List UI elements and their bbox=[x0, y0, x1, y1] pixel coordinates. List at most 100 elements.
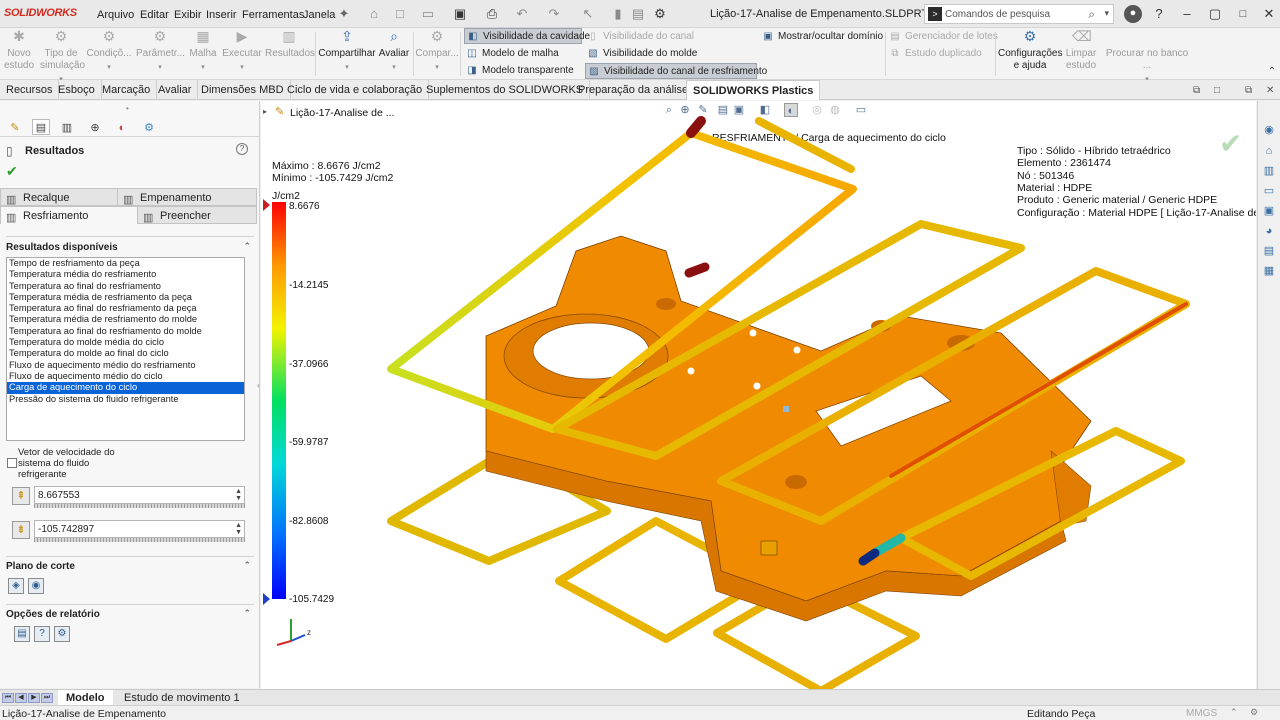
restore-icon[interactable]: ▢ bbox=[1207, 6, 1223, 22]
subtab-preencher[interactable]: ▥ Preencher bbox=[137, 206, 257, 224]
viewport-tile-icon[interactable]: ⧉ bbox=[1193, 85, 1200, 96]
tab-ciclo-de-vida[interactable]: Ciclo de vida e colaboração bbox=[281, 80, 430, 100]
results-list[interactable]: Tempo de resfriamento da peça Temperatur… bbox=[6, 257, 245, 441]
help-icon[interactable]: ? bbox=[236, 143, 248, 155]
user-avatar[interactable]: ● bbox=[1124, 5, 1142, 23]
list-item[interactable]: Temperatura média do resfriamento bbox=[7, 269, 244, 280]
max-value-slider[interactable] bbox=[34, 504, 245, 508]
viewport-close-icon[interactable]: ✕ bbox=[1266, 85, 1274, 96]
simulation-type-button[interactable]: ⚙Tipo de simulação▾ bbox=[40, 29, 85, 86]
list-item[interactable]: Fluxo de aquecimento médio do resfriamen… bbox=[7, 360, 244, 371]
dimxpert-icon[interactable]: ⊕ bbox=[86, 119, 104, 135]
first-tab-icon[interactable]: ⏮ bbox=[2, 693, 14, 703]
close-icon[interactable]: ✕ bbox=[1261, 6, 1277, 22]
cut-plane-icon[interactable]: ◈ bbox=[8, 578, 24, 594]
feature-manager-icon[interactable]: ✎ bbox=[6, 119, 24, 135]
tab-modelo[interactable]: Modelo bbox=[58, 690, 113, 706]
list-item[interactable]: Pressão do sistema do fluido refrigerant… bbox=[7, 394, 244, 405]
maximize-icon[interactable]: □ bbox=[1235, 6, 1251, 22]
list-item[interactable]: Temperatura ao final do resfriamento bbox=[7, 281, 244, 292]
undo-icon[interactable]: ↶ bbox=[514, 6, 530, 22]
min-value-slider[interactable] bbox=[34, 538, 245, 542]
parameters-button[interactable]: ⚙ Parâmetr... ▾ bbox=[136, 29, 185, 74]
custom-properties-icon[interactable]: ▤ bbox=[1262, 244, 1276, 258]
tab-preparacao-analise[interactable]: Preparação da análise bbox=[572, 80, 696, 100]
list-item[interactable]: Temperatura ao final do resfriamento da … bbox=[7, 303, 244, 314]
new-study-button[interactable]: ✱ Novo estudo bbox=[2, 29, 36, 72]
compare-button[interactable]: ⚙ Compar... ▾ bbox=[415, 29, 459, 74]
clear-study-button[interactable]: ⌫ Limpar estudo bbox=[1064, 29, 1098, 72]
search-icon[interactable]: ⌕ bbox=[1088, 7, 1095, 22]
results-button[interactable]: ▥ Resultados bbox=[265, 29, 315, 60]
help-icon[interactable]: ? bbox=[1151, 6, 1167, 22]
solidworks-logo[interactable]: SOLIDWORKS bbox=[4, 7, 77, 19]
forum-icon[interactable]: ▦ bbox=[1262, 264, 1276, 278]
velocity-vector-checkbox[interactable] bbox=[7, 458, 17, 468]
subtab-recalque[interactable]: ▥ Recalque bbox=[0, 188, 118, 206]
conditions-button[interactable]: ⚙ Condiçõ... ▾ bbox=[86, 29, 132, 74]
run-button[interactable]: ▶ Executar ▾ bbox=[222, 29, 262, 74]
report-folder-icon[interactable]: ▤ bbox=[14, 626, 30, 642]
collapse-chevron-icon[interactable]: ⌃ bbox=[243, 608, 251, 619]
model-3d-render[interactable] bbox=[261, 101, 1256, 689]
menu-editar[interactable]: Editar bbox=[140, 9, 169, 21]
panel-collapse-handle[interactable]: ‹ bbox=[257, 381, 260, 390]
tab-esboco[interactable]: Esboço bbox=[52, 80, 102, 100]
list-item[interactable]: Temperatura média de resfriamento do mol… bbox=[7, 314, 244, 325]
list-item[interactable]: Fluxo de aquecimento médio do ciclo bbox=[7, 371, 244, 382]
tab-solidworks-plastics[interactable]: SOLIDWORKS Plastics bbox=[686, 80, 821, 100]
show-hide-domain-toggle[interactable]: ▣ Mostrar/ocultar domínio bbox=[760, 29, 883, 45]
rebuild-icon[interactable]: ▮ bbox=[610, 6, 626, 22]
list-item[interactable]: Temperatura ao final do resfriamento do … bbox=[7, 326, 244, 337]
min-value-input[interactable]: -105.742897 ▲ ▼ bbox=[34, 520, 245, 538]
subtab-empenamento[interactable]: ▥ Empenamento bbox=[117, 188, 257, 206]
new-document-icon[interactable]: □ bbox=[392, 6, 408, 22]
graphics-viewport[interactable]: ▸ ✎ Lição-17-Analise de ... ⌕ ⊕ ✎ ▤ ▣ ◧ … bbox=[261, 101, 1256, 689]
file-properties-icon[interactable]: ▤ bbox=[630, 6, 646, 22]
print-icon[interactable]: ⎙ bbox=[484, 6, 500, 22]
menu-exibir[interactable]: Exibir bbox=[174, 9, 202, 21]
ok-checkmark-icon[interactable]: ✔ bbox=[6, 163, 18, 180]
tab-suplementos[interactable]: Suplementos do SOLIDWORKS bbox=[420, 80, 591, 100]
plastics-manager-icon[interactable]: ⚙ bbox=[140, 119, 158, 135]
settings-help-button[interactable]: ⚙ Configurações e ajuda bbox=[998, 29, 1062, 72]
tab-dimensoes-mbd[interactable]: Dimensões MBD bbox=[195, 80, 291, 100]
viewport-minimize-icon[interactable]: □ bbox=[1214, 85, 1220, 96]
tab-avaliar[interactable]: Avaliar bbox=[152, 80, 199, 100]
redo-icon[interactable]: ↷ bbox=[546, 6, 562, 22]
viewport-restore-icon[interactable]: ⧉ bbox=[1245, 85, 1252, 96]
list-item-selected[interactable]: Carga de aquecimento do ciclo bbox=[7, 382, 244, 394]
list-item[interactable]: Temperatura média de resfriamento da peç… bbox=[7, 292, 244, 303]
list-item[interactable]: Temperatura do molde ao final do ciclo bbox=[7, 348, 244, 359]
max-value-input[interactable]: 8.667553 ▲ ▼ bbox=[34, 486, 245, 504]
transparent-model-toggle[interactable]: ◨ Modelo transparente bbox=[464, 63, 573, 79]
prev-tab-icon[interactable]: ◀ bbox=[15, 693, 27, 703]
tab-marcacao[interactable]: Marcação bbox=[96, 80, 158, 100]
options-gear-icon[interactable]: ⚙ bbox=[652, 6, 668, 22]
home-icon[interactable]: ⌂ bbox=[1262, 144, 1276, 158]
file-explorer-icon[interactable]: ▭ bbox=[1262, 184, 1276, 198]
save-icon[interactable]: ▣ bbox=[452, 6, 468, 22]
command-search-box[interactable]: > Comandos de pesquisa ⌕ ▾ bbox=[924, 4, 1114, 24]
home-icon[interactable]: ⌂ bbox=[366, 6, 382, 22]
ribbon-collapse-icon[interactable]: ⌃ bbox=[1266, 66, 1278, 78]
batch-manager-button[interactable]: ▤ Gerenciador de lotes bbox=[887, 29, 998, 45]
duplicate-study-button[interactable]: ⧉ Estudo duplicado bbox=[887, 46, 981, 62]
select-icon[interactable]: ↖ bbox=[580, 6, 596, 22]
cooling-channel-visibility-toggle[interactable]: ▨ Visibilidade do canal de resfriamento bbox=[585, 63, 767, 79]
evaluate-button[interactable]: ⌕ Avaliar ▾ bbox=[378, 29, 410, 74]
mesh-button[interactable]: ▦ Malha ▾ bbox=[188, 29, 218, 74]
last-tab-icon[interactable]: ⏭ bbox=[41, 693, 53, 703]
report-help-icon[interactable]: ? bbox=[34, 626, 50, 642]
menu-inserir[interactable]: Inserir bbox=[206, 9, 237, 21]
pin-icon[interactable]: ✦ bbox=[336, 6, 352, 22]
runner-visibility-toggle[interactable]: ▯ Visibilidade do canal bbox=[585, 29, 694, 45]
mesh-model-toggle[interactable]: ◫ Modelo de malha bbox=[464, 46, 558, 62]
report-settings-icon[interactable]: ⚙ bbox=[54, 626, 70, 642]
collapse-chevron-icon[interactable]: ⌃ bbox=[243, 241, 251, 252]
menu-janela[interactable]: Janela bbox=[303, 9, 335, 21]
chevron-down-icon[interactable]: ▾ bbox=[1104, 8, 1109, 19]
view-palette-icon[interactable]: ▣ bbox=[1262, 204, 1276, 218]
property-manager-icon[interactable]: ▤ bbox=[32, 119, 50, 135]
tab-recursos[interactable]: Recursos bbox=[0, 80, 60, 100]
